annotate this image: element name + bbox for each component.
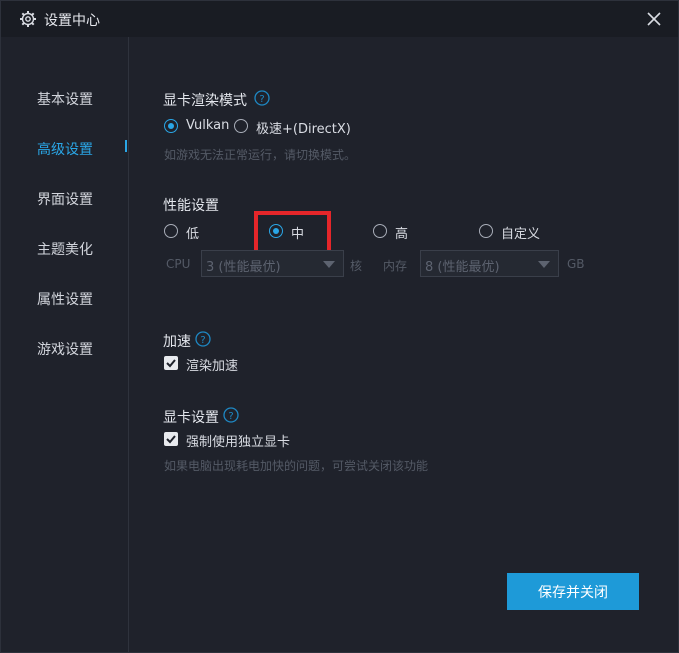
- sidebar: 基本设置 高级设置 界面设置 主题美化 属性设置 游戏设置: [1, 37, 129, 652]
- radio-high-label: 高: [395, 227, 409, 242]
- gpu-hint: 如果电脑出现耗电加快的问题，可尝试关闭该功能: [164, 459, 429, 473]
- active-indicator: [125, 140, 127, 152]
- render-accel-label: 渲染加速: [186, 359, 239, 374]
- sidebar-item-interface[interactable]: 界面设置: [37, 189, 93, 209]
- svg-text:?: ?: [228, 411, 233, 422]
- sidebar-item-properties[interactable]: 属性设置: [37, 289, 93, 309]
- sidebar-item-theme[interactable]: 主题美化: [37, 239, 93, 259]
- check-icon: [166, 359, 176, 368]
- close-icon[interactable]: [644, 9, 664, 29]
- svg-text:?: ?: [259, 94, 264, 105]
- render-accel-checkbox[interactable]: [164, 356, 178, 370]
- radio-vulkan-label: Vulkan: [186, 118, 230, 133]
- render-mode-title: 显卡渲染模式: [163, 93, 247, 109]
- help-icon[interactable]: ?: [195, 331, 211, 347]
- acceleration-title: 加速: [163, 334, 191, 350]
- radio-vulkan[interactable]: [164, 119, 178, 133]
- radio-low[interactable]: [164, 224, 178, 238]
- cpu-unit: 核: [350, 259, 363, 273]
- memory-label: 内存: [383, 259, 408, 273]
- help-icon[interactable]: ?: [223, 407, 239, 423]
- radio-low-label: 低: [186, 227, 200, 242]
- radio-custom-label: 自定义: [501, 227, 541, 242]
- cpu-select[interactable]: 3 (性能最优): [201, 250, 344, 277]
- highlight-box: [254, 211, 331, 255]
- discrete-gpu-label: 强制使用独立显卡: [186, 435, 291, 450]
- gear-icon: [20, 11, 36, 27]
- sidebar-item-game[interactable]: 游戏设置: [37, 339, 93, 359]
- render-mode-hint: 如游戏无法正常运行，请切换模式。: [164, 148, 357, 162]
- memory-select[interactable]: 8 (性能最优): [420, 250, 559, 277]
- radio-directx-label: 极速+(DirectX): [256, 122, 351, 137]
- sidebar-item-basic[interactable]: 基本设置: [37, 89, 93, 109]
- sidebar-item-advanced[interactable]: 高级设置: [37, 139, 93, 159]
- chevron-down-icon: [538, 261, 550, 268]
- chevron-down-icon: [323, 261, 335, 268]
- check-icon: [166, 435, 176, 444]
- gpu-title: 显卡设置: [163, 410, 219, 426]
- cpu-label: CPU: [166, 257, 191, 271]
- radio-custom[interactable]: [479, 224, 493, 238]
- memory-unit: GB: [567, 257, 585, 271]
- radio-high[interactable]: [373, 224, 387, 238]
- window-title: 设置中心: [44, 13, 100, 29]
- cpu-select-value: 3 (性能最优): [206, 260, 281, 275]
- discrete-gpu-checkbox[interactable]: [164, 432, 178, 446]
- title-bar: 设置中心: [1, 1, 678, 37]
- radio-directx[interactable]: [234, 119, 248, 133]
- save-and-close-button[interactable]: 保存并关闭: [507, 573, 639, 610]
- help-icon[interactable]: ?: [254, 90, 270, 106]
- memory-select-value: 8 (性能最优): [425, 260, 500, 275]
- settings-window: 设置中心 基本设置 高级设置 界面设置 主题美化 属性设置 游戏设置 显卡渲染模…: [0, 0, 679, 653]
- svg-text:?: ?: [200, 335, 205, 346]
- performance-title: 性能设置: [163, 198, 219, 214]
